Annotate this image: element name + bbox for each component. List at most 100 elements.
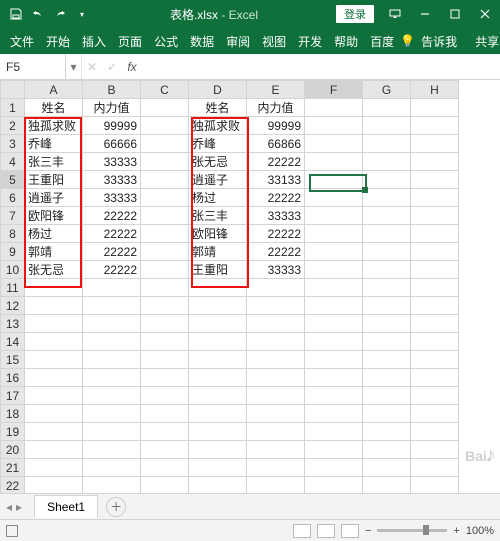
row-header-16[interactable]: 16 bbox=[1, 369, 25, 387]
cell-H7[interactable] bbox=[411, 207, 459, 225]
cell-C4[interactable] bbox=[141, 153, 189, 171]
cell-E9[interactable]: 22222 bbox=[247, 243, 305, 261]
save-icon[interactable] bbox=[6, 4, 26, 24]
cell-G1[interactable] bbox=[363, 99, 411, 117]
ribbon-options-icon[interactable] bbox=[380, 0, 410, 28]
cell-F22[interactable] bbox=[305, 477, 363, 494]
row-header-4[interactable]: 4 bbox=[1, 153, 25, 171]
cell-D5[interactable]: 逍遥子 bbox=[189, 171, 247, 189]
cell-C8[interactable] bbox=[141, 225, 189, 243]
cell-B14[interactable] bbox=[83, 333, 141, 351]
cell-H11[interactable] bbox=[411, 279, 459, 297]
cell-B4[interactable]: 33333 bbox=[83, 153, 141, 171]
cell-D20[interactable] bbox=[189, 441, 247, 459]
cell-H6[interactable] bbox=[411, 189, 459, 207]
cell-F3[interactable] bbox=[305, 135, 363, 153]
tab-baidu[interactable]: 百度 bbox=[364, 29, 400, 54]
cell-E1[interactable]: 内力值 bbox=[247, 99, 305, 117]
cell-A18[interactable] bbox=[25, 405, 83, 423]
cell-C18[interactable] bbox=[141, 405, 189, 423]
tell-me[interactable]: 告诉我 bbox=[421, 29, 463, 54]
cell-H17[interactable] bbox=[411, 387, 459, 405]
cell-B21[interactable] bbox=[83, 459, 141, 477]
cell-E10[interactable]: 33333 bbox=[247, 261, 305, 279]
page-break-view-icon[interactable] bbox=[341, 524, 359, 538]
cell-H18[interactable] bbox=[411, 405, 459, 423]
cell-C2[interactable] bbox=[141, 117, 189, 135]
tab-layout[interactable]: 页面 bbox=[112, 29, 148, 54]
col-header-B[interactable]: B bbox=[83, 81, 141, 99]
cell-C22[interactable] bbox=[141, 477, 189, 494]
cell-A9[interactable]: 郭靖 bbox=[25, 243, 83, 261]
cell-D17[interactable] bbox=[189, 387, 247, 405]
cell-H22[interactable] bbox=[411, 477, 459, 494]
cell-G13[interactable] bbox=[363, 315, 411, 333]
cell-C13[interactable] bbox=[141, 315, 189, 333]
cell-E14[interactable] bbox=[247, 333, 305, 351]
cell-H2[interactable] bbox=[411, 117, 459, 135]
row-header-13[interactable]: 13 bbox=[1, 315, 25, 333]
cell-A12[interactable] bbox=[25, 297, 83, 315]
tab-home[interactable]: 开始 bbox=[40, 29, 76, 54]
cell-G3[interactable] bbox=[363, 135, 411, 153]
tab-data[interactable]: 数据 bbox=[184, 29, 220, 54]
cell-A3[interactable]: 乔峰 bbox=[25, 135, 83, 153]
cell-A16[interactable] bbox=[25, 369, 83, 387]
cell-C21[interactable] bbox=[141, 459, 189, 477]
cell-G2[interactable] bbox=[363, 117, 411, 135]
cell-G4[interactable] bbox=[363, 153, 411, 171]
cell-C15[interactable] bbox=[141, 351, 189, 369]
minimize-icon[interactable] bbox=[410, 0, 440, 28]
cell-H9[interactable] bbox=[411, 243, 459, 261]
row-header-1[interactable]: 1 bbox=[1, 99, 25, 117]
row-header-15[interactable]: 15 bbox=[1, 351, 25, 369]
cell-G15[interactable] bbox=[363, 351, 411, 369]
cell-H4[interactable] bbox=[411, 153, 459, 171]
cell-A5[interactable]: 王重阳 bbox=[25, 171, 83, 189]
cell-F1[interactable] bbox=[305, 99, 363, 117]
cell-D2[interactable]: 独孤求败 bbox=[189, 117, 247, 135]
cell-F2[interactable] bbox=[305, 117, 363, 135]
cell-D6[interactable]: 杨过 bbox=[189, 189, 247, 207]
cell-A6[interactable]: 逍遥子 bbox=[25, 189, 83, 207]
cell-A15[interactable] bbox=[25, 351, 83, 369]
cell-C7[interactable] bbox=[141, 207, 189, 225]
cell-A21[interactable] bbox=[25, 459, 83, 477]
cell-F16[interactable] bbox=[305, 369, 363, 387]
close-icon[interactable] bbox=[470, 0, 500, 28]
row-header-10[interactable]: 10 bbox=[1, 261, 25, 279]
row-header-2[interactable]: 2 bbox=[1, 117, 25, 135]
cell-D19[interactable] bbox=[189, 423, 247, 441]
cell-A17[interactable] bbox=[25, 387, 83, 405]
cell-E12[interactable] bbox=[247, 297, 305, 315]
cell-B15[interactable] bbox=[83, 351, 141, 369]
col-header-E[interactable]: E bbox=[247, 81, 305, 99]
cell-H3[interactable] bbox=[411, 135, 459, 153]
cell-E3[interactable]: 66866 bbox=[247, 135, 305, 153]
col-header-D[interactable]: D bbox=[189, 81, 247, 99]
row-header-17[interactable]: 17 bbox=[1, 387, 25, 405]
cell-A7[interactable]: 欧阳锋 bbox=[25, 207, 83, 225]
add-sheet-button[interactable]: ＋ bbox=[106, 497, 126, 517]
cell-D10[interactable]: 王重阳 bbox=[189, 261, 247, 279]
cell-B17[interactable] bbox=[83, 387, 141, 405]
cell-A19[interactable] bbox=[25, 423, 83, 441]
cell-B8[interactable]: 22222 bbox=[83, 225, 141, 243]
cell-B1[interactable]: 内力值 bbox=[83, 99, 141, 117]
row-header-6[interactable]: 6 bbox=[1, 189, 25, 207]
cell-G20[interactable] bbox=[363, 441, 411, 459]
qat-dropdown-icon[interactable]: ▾ bbox=[72, 4, 92, 24]
cell-A8[interactable]: 杨过 bbox=[25, 225, 83, 243]
cell-H5[interactable] bbox=[411, 171, 459, 189]
cell-G18[interactable] bbox=[363, 405, 411, 423]
cell-G9[interactable] bbox=[363, 243, 411, 261]
fx-icon[interactable]: fx bbox=[122, 60, 142, 74]
cell-H12[interactable] bbox=[411, 297, 459, 315]
cell-D18[interactable] bbox=[189, 405, 247, 423]
cell-D8[interactable]: 欧阳锋 bbox=[189, 225, 247, 243]
cell-C11[interactable] bbox=[141, 279, 189, 297]
row-header-11[interactable]: 11 bbox=[1, 279, 25, 297]
cell-F15[interactable] bbox=[305, 351, 363, 369]
cell-E17[interactable] bbox=[247, 387, 305, 405]
row-header-8[interactable]: 8 bbox=[1, 225, 25, 243]
